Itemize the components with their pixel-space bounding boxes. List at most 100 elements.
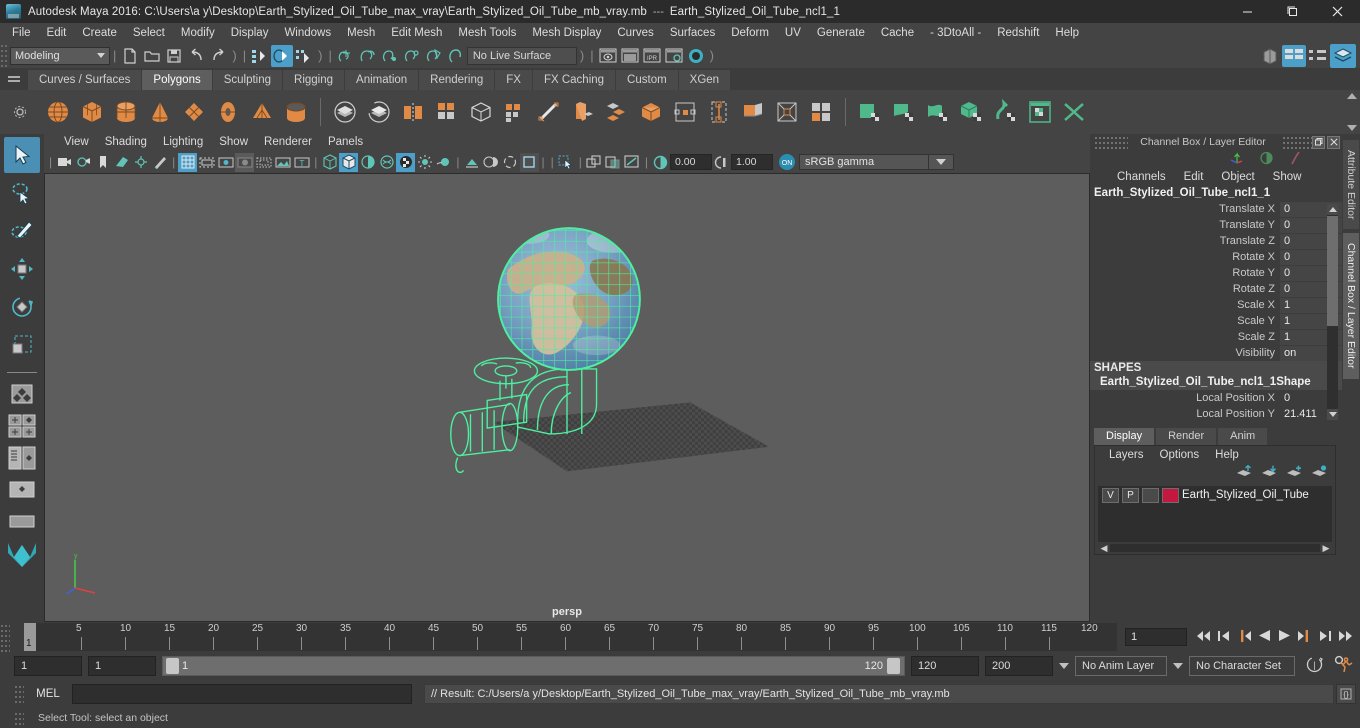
menu-mesh[interactable]: Mesh [339,23,383,43]
polycube-icon[interactable] [76,95,108,129]
animation-end-field[interactable]: 200 [985,656,1053,676]
layout-single-persp[interactable] [4,411,40,441]
scrollbar-thumb[interactable] [1327,216,1338,326]
polysphere-icon[interactable] [42,95,74,129]
resolution-gate-icon[interactable] [216,153,235,172]
combine-icon[interactable] [397,95,429,129]
color-management-select[interactable]: sRGB gamma [799,154,929,170]
create-new-layer-icon[interactable] [1286,465,1302,481]
new-scene-icon[interactable] [119,45,141,67]
select-by-hierarchy-icon[interactable] [249,45,271,67]
maximize-button[interactable] [1270,0,1315,23]
step-forward-keyframe-icon[interactable] [1317,629,1332,646]
channel-speed-icon[interactable] [1288,151,1302,168]
wireframe-icon[interactable] [320,153,339,172]
shelf-tab-animation[interactable]: Animation [345,70,420,90]
isolate-select-icon[interactable] [463,153,482,172]
step-forward-frame-icon[interactable] [1297,629,1312,646]
polytorus-icon[interactable] [212,95,244,129]
multi-cut-icon[interactable] [431,95,463,129]
camera-attributes-icon[interactable] [74,153,93,172]
safe-title-icon[interactable]: T [292,153,311,172]
panel-undock-button[interactable] [1312,135,1325,149]
cb-row-scale-x[interactable]: Scale X 1 [1090,297,1342,313]
polypipe-icon[interactable] [280,95,312,129]
step-back-frame-icon[interactable] [1237,629,1252,646]
cb-row-scale-y[interactable]: Scale Y 1 [1090,313,1342,329]
cb-row-rotate-z[interactable]: Rotate Z 0 [1090,281,1342,297]
viewport-menu-panels[interactable]: Panels [320,134,371,151]
close-button[interactable] [1315,0,1360,23]
two-d-pan-zoom-icon[interactable] [131,153,150,172]
command-line-grip[interactable] [14,683,24,705]
create-layer-from-selected-icon[interactable] [1311,465,1327,481]
mirror-icon[interactable] [805,95,837,129]
layer-row[interactable]: V P Earth_Stylized_Oil_Tube [1098,486,1332,504]
color-management-chevron-down-icon[interactable] [929,154,954,170]
play-forwards-icon[interactable] [1277,628,1292,646]
vtab-attribute-editor[interactable]: Attribute Editor [1343,140,1359,230]
time-slider[interactable]: 1 5 10 15 20 25 30 35 40 45 50 55 60 65 … [24,623,1117,651]
vtab-channel-box-layer-editor[interactable]: Channel Box / Layer Editor [1343,233,1359,379]
character-set-chevron-down-icon[interactable] [1173,663,1183,669]
layer-list-scrollbar[interactable]: ◀ ▶ [1098,542,1332,554]
bevel-icon[interactable] [601,95,633,129]
panel-drag-grip-2[interactable] [1282,134,1312,150]
rotate-tool[interactable] [4,289,40,325]
layout-four-view[interactable] [4,379,40,409]
cb-row-local-position-x[interactable]: Local Position X 0 [1090,390,1342,406]
uv-cylindrical-icon[interactable] [922,95,954,129]
menu-modify[interactable]: Modify [173,23,223,43]
anim-layer-select[interactable]: No Anim Layer [1075,656,1167,676]
shelf-tab-curves-surfaces[interactable]: Curves / Surfaces [28,70,143,90]
shelf-tab-sculpting[interactable]: Sculpting [212,70,284,90]
merge-icon[interactable] [669,95,701,129]
viewport-menu-lighting[interactable]: Lighting [155,134,211,151]
boolean-union-icon[interactable] [329,95,361,129]
smooth-icon[interactable] [465,95,497,129]
cb-row-rotate-x[interactable]: Rotate X 0 [1090,249,1342,265]
command-input[interactable] [72,684,412,704]
motion-blur-icon[interactable] [434,153,453,172]
menu-mesh-tools[interactable]: Mesh Tools [450,23,524,43]
uv-unfold-icon[interactable] [990,95,1022,129]
layer-menu-options[interactable]: Options [1152,449,1208,461]
layer-visibility-toggle[interactable]: V [1102,487,1119,503]
paste-icon[interactable] [604,153,623,172]
playback-end-field[interactable]: 120 [911,656,979,676]
marquee-select-icon[interactable] [557,153,576,172]
render-sequence-icon[interactable] [619,45,641,67]
menu-edit[interactable]: Edit [39,23,75,43]
cb-row-scale-z[interactable]: Scale Z 1 [1090,329,1342,345]
undo-icon[interactable] [185,45,207,67]
open-node-editor-icon[interactable] [1282,44,1306,67]
layer-list[interactable]: V P Earth_Stylized_Oil_Tube ◀ ▶ [1098,486,1332,554]
cb-row-translate-y[interactable]: Translate Y 0 [1090,217,1342,233]
current-frame-field[interactable]: 1 [1125,628,1187,646]
minimize-button[interactable] [1225,0,1270,23]
open-outliner-icon[interactable] [1260,45,1282,67]
uv-snapshot-icon[interactable] [1024,95,1056,129]
select-by-component-icon[interactable] [293,45,315,67]
playback-start-field[interactable]: 1 [88,656,156,676]
cb-menu-channels[interactable]: Channels [1108,171,1175,183]
animation-start-field[interactable]: 1 [14,656,82,676]
layer-type-toggle[interactable] [1142,487,1159,503]
bookmark-icon[interactable] [93,153,112,172]
shelf-menu-icon[interactable] [0,68,28,90]
viewport-menu-view[interactable]: View [56,134,97,151]
viewport-menu-shading[interactable]: Shading [97,134,155,151]
script-editor-icon[interactable]: {} [1336,684,1356,704]
copy-icon[interactable] [585,153,604,172]
extrude-icon[interactable] [567,95,599,129]
snap-to-projected-center-icon[interactable] [401,45,423,67]
offset-edge-loop-icon[interactable] [771,95,803,129]
layer-color-swatch[interactable] [1162,487,1179,503]
textured-icon[interactable] [358,153,377,172]
menu-uv[interactable]: UV [777,23,809,43]
layout-hypergraph-persp[interactable] [4,475,40,505]
uv-cut-icon[interactable] [1058,95,1090,129]
select-tool[interactable] [4,137,40,173]
exposure-field[interactable]: 0.00 [670,154,712,170]
snapshot-icon[interactable] [623,153,642,172]
